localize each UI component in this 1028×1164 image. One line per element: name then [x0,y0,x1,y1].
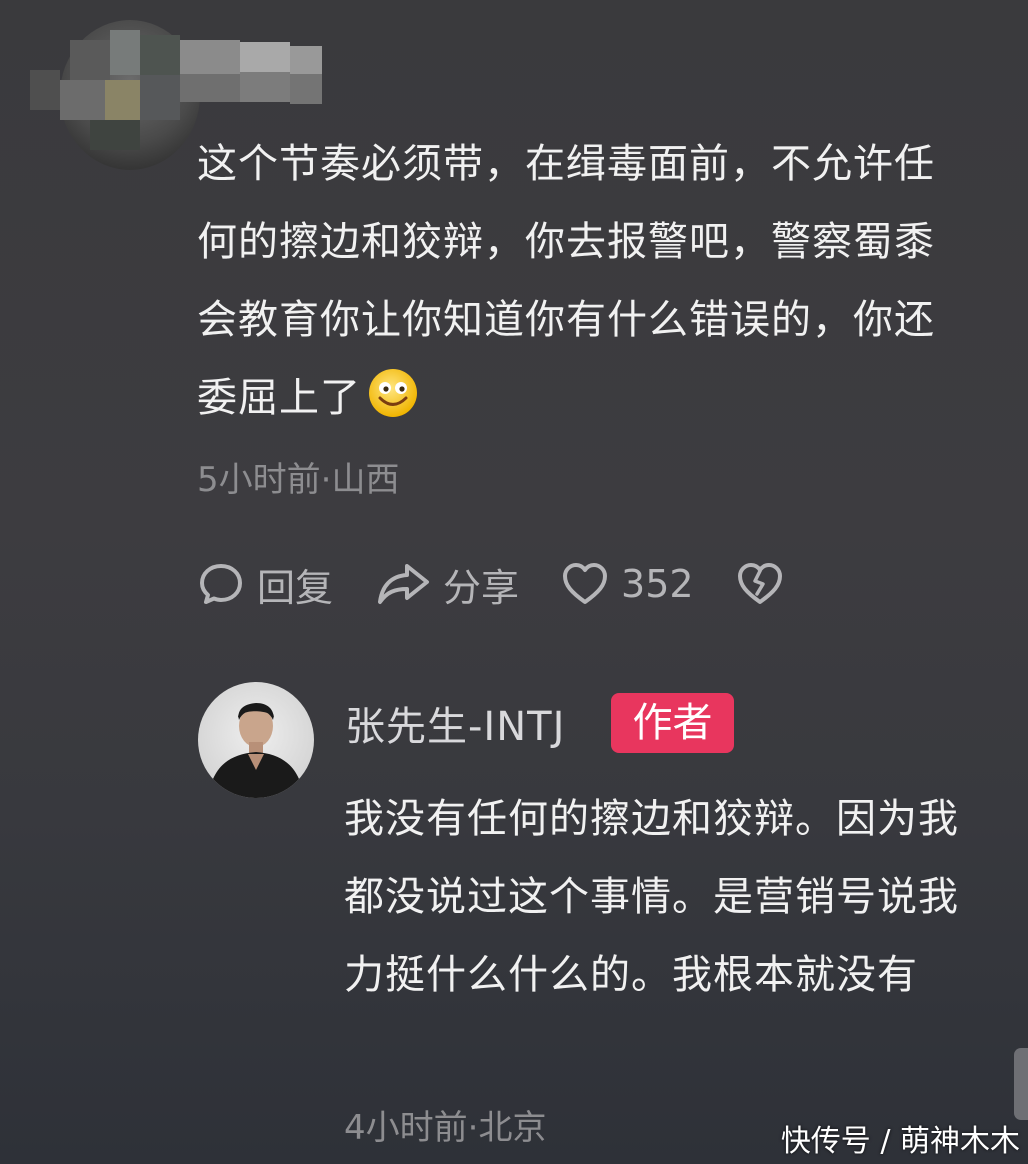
comment-text: 这个节奏必须带，在缉毒面前，不允许任何的擦边和狡辩，你去报警吧，警察蜀黍会教育你… [197,125,957,437]
comment-action-bar: 回复 分享 352 [197,552,826,616]
comment-body: 这个节奏必须带，在缉毒面前，不允许任何的擦边和狡辩，你去报警吧，警察蜀黍会教育你… [197,141,935,421]
comment-meta: 5小时前·山西 [197,460,400,500]
share-button[interactable]: 分享 [375,557,519,612]
share-arrow-icon [378,564,430,604]
comment-bubble-icon [200,564,242,604]
scrollbar-thumb[interactable] [1014,1048,1028,1120]
author-badge: 作者 [611,693,734,753]
broken-heart-icon [737,563,782,604]
author-avatar[interactable] [198,682,314,798]
reply-meta: 4小时前·北京 [344,1108,547,1148]
smiling-face-emoji-icon [369,369,417,417]
heart-icon [563,563,608,604]
author-name[interactable]: 张先生-INTJ [345,694,565,752]
dislike-button[interactable] [736,560,784,608]
watermark: 快传号 / 萌神木木 [780,1124,1020,1159]
like-count: 352 [621,562,694,606]
share-label: 分享 [443,565,520,610]
reply-button[interactable]: 回复 [197,557,333,612]
reply-label: 回复 [257,565,334,610]
author-portrait-icon [208,703,304,798]
like-button[interactable]: 352 [561,560,694,608]
reply-text: 我没有任何的擦边和狡辩。因为我都没说过这个事情。是营销号说我力挺什么什么的。我根… [344,796,959,998]
